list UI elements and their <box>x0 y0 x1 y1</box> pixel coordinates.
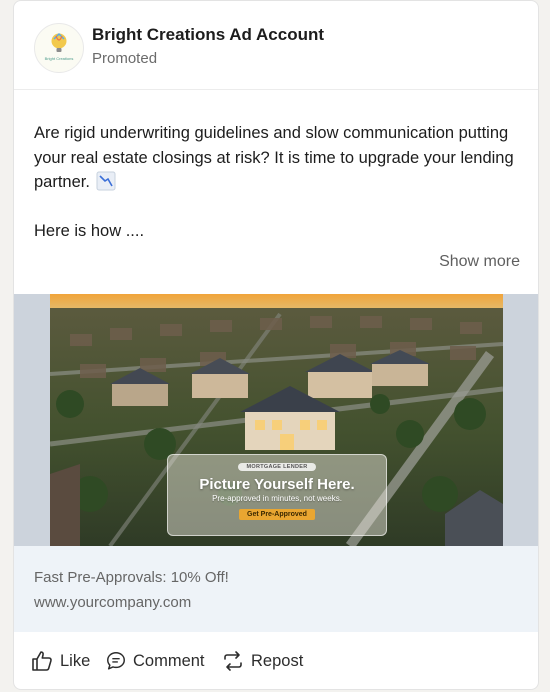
bulb-logo-icon: Bright Creations <box>45 32 74 61</box>
body-paragraph-2: Here is how .... <box>34 221 145 240</box>
ad-media[interactable]: MORTGAGE LENDER Picture Yourself Here. P… <box>14 294 538 546</box>
post-actions: Like Comment Repost <box>14 633 538 689</box>
link-preview[interactable] <box>14 546 538 632</box>
account-avatar[interactable]: Bright Creations <box>34 23 84 73</box>
mortgage-badge: MORTGAGE LENDER <box>238 463 316 471</box>
comment-button[interactable]: Comment <box>105 641 205 681</box>
like-button[interactable]: Like <box>30 641 90 681</box>
repost-label: Repost <box>251 651 304 670</box>
pre-approved-cta[interactable]: Get Pre-Approved <box>239 509 315 520</box>
post-header: Bright Creations Bright Creations Ad Acc… <box>14 1 538 90</box>
repost-button[interactable]: Repost <box>221 641 303 681</box>
like-label: Like <box>60 651 91 670</box>
chart-decreasing-icon <box>96 171 116 191</box>
ad-title: Picture Yourself Here. <box>199 476 355 493</box>
neighborhood-photo: MORTGAGE LENDER Picture Yourself Here. P… <box>50 294 503 546</box>
comment-label: Comment <box>133 651 205 670</box>
feed-post-card: Bright Creations Bright Creations Ad Acc… <box>13 0 539 690</box>
logo-text: Bright Creations <box>45 56 74 61</box>
thumbs-up-icon <box>32 651 52 671</box>
repost-icon <box>224 651 242 671</box>
promoted-label: Promoted <box>92 50 158 67</box>
ad-overlay-card: MORTGAGE LENDER Picture Yourself Here. P… <box>167 454 387 536</box>
link-url[interactable]: www.yourcompany.com <box>34 594 191 611</box>
account-name[interactable]: Bright Creations Ad Account <box>92 25 324 45</box>
comment-icon <box>107 652 125 670</box>
link-headline[interactable]: Fast Pre-Approvals: 10% Off! <box>34 569 229 586</box>
post-body: Are rigid underwriting guidelines and sl… <box>34 121 524 243</box>
ad-subtitle: Pre-approved in minutes, not weeks. <box>212 494 342 503</box>
show-more-button[interactable]: Show more <box>439 253 520 271</box>
